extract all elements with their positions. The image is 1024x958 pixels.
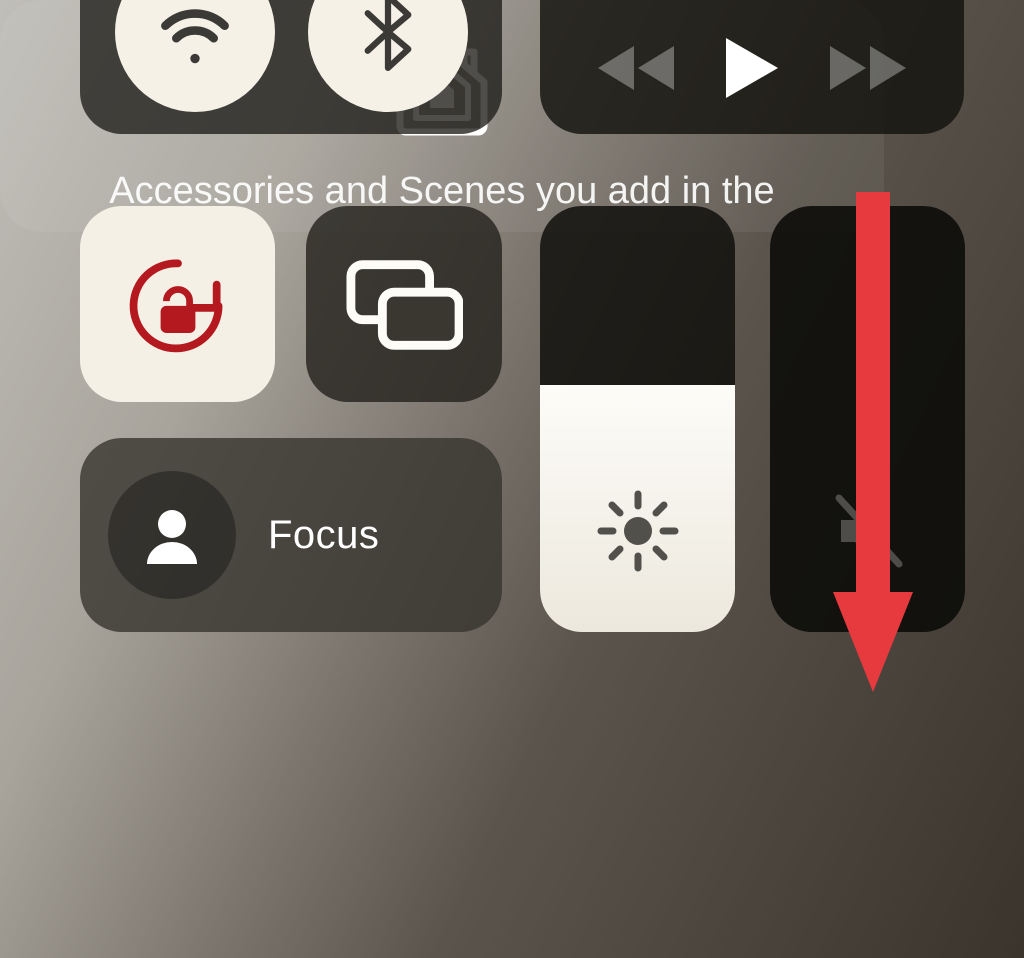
forward-button[interactable] (826, 42, 910, 94)
screen-mirroring-icon (345, 258, 463, 350)
brightness-slider[interactable] (540, 206, 735, 632)
rewind-button[interactable] (594, 42, 678, 94)
focus-avatar (108, 471, 236, 599)
screen-mirroring-button[interactable] (306, 206, 502, 402)
focus-label: Focus (268, 513, 379, 558)
orientation-lock-icon (120, 246, 236, 362)
orientation-lock-toggle[interactable] (80, 206, 275, 402)
bluetooth-icon (349, 0, 427, 71)
person-icon (137, 500, 207, 570)
focus-button[interactable]: Focus (80, 438, 502, 632)
volume-slider[interactable] (770, 206, 965, 632)
media-panel (540, 0, 964, 134)
brightness-icon (593, 486, 683, 576)
connectivity-panel (80, 0, 502, 134)
wifi-icon (156, 0, 234, 71)
play-button[interactable] (722, 34, 782, 102)
wifi-toggle[interactable] (115, 0, 275, 112)
volume-mute-icon (823, 486, 913, 576)
bluetooth-toggle[interactable] (308, 0, 468, 112)
